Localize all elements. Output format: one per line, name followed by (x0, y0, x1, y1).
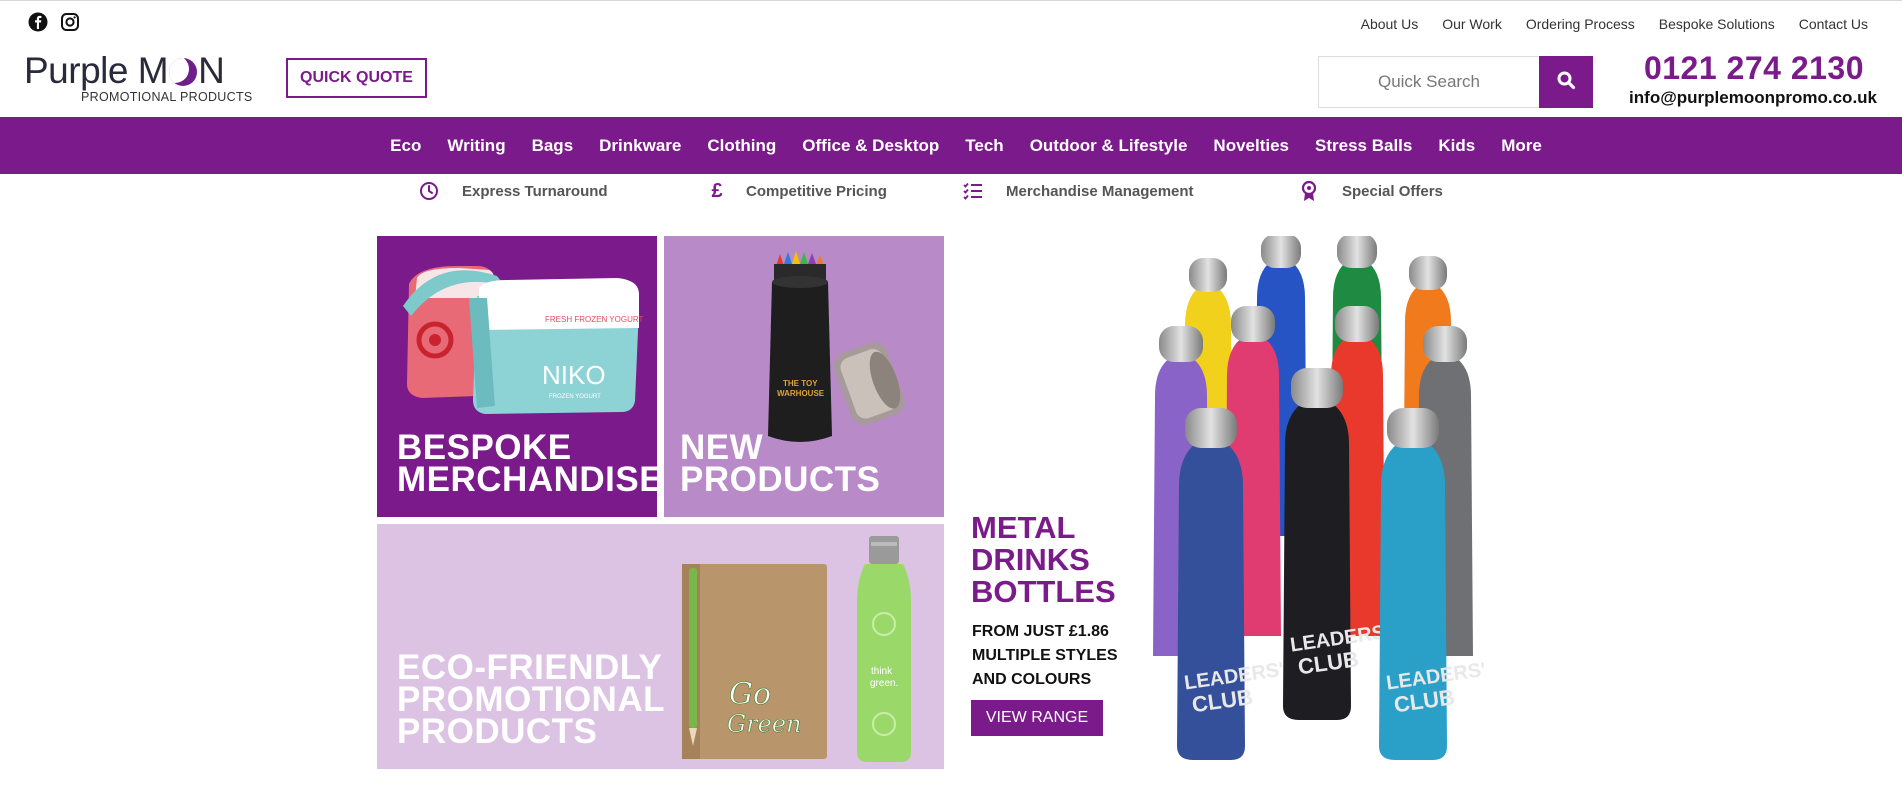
logo-word-2: N (198, 50, 225, 91)
top-border (0, 0, 1902, 4)
svg-text:Go: Go (729, 677, 771, 712)
feature-title[interactable]: METAL DRINKS BOTTLES (971, 512, 1116, 608)
usp-label: Express Turnaround (462, 182, 608, 200)
facebook-icon[interactable] (28, 12, 48, 32)
top-link-ordering-process[interactable]: Ordering Process (1526, 16, 1635, 32)
svg-text:Green: Green (727, 710, 802, 738)
top-links: About Us Our Work Ordering Process Bespo… (1361, 16, 1868, 32)
svg-text:WARHOUSE: WARHOUSE (777, 389, 825, 398)
checklist-icon (962, 180, 984, 202)
feature-title-line: METAL (971, 510, 1076, 545)
search-button[interactable] (1539, 56, 1593, 108)
social-links (28, 12, 80, 32)
nav-item-drinkware[interactable]: Drinkware (599, 136, 681, 156)
feature-title-line: BOTTLES (971, 574, 1116, 609)
quick-quote-button[interactable]: QUICK QUOTE (286, 58, 427, 98)
top-link-contact-us[interactable]: Contact Us (1799, 16, 1868, 32)
logo-wordmark: Purple M N (24, 52, 249, 89)
nav-item-writing[interactable]: Writing (447, 136, 505, 156)
usp-label: Competitive Pricing (746, 182, 887, 200)
usp-label: Merchandise Management (1006, 182, 1194, 200)
feature-subtitle: FROM JUST £1.86 MULTIPLE STYLES AND COLO… (972, 620, 1117, 692)
svg-text:THE TOY: THE TOY (783, 379, 818, 388)
nav-item-eco[interactable]: Eco (390, 136, 421, 156)
nav-item-office-desktop[interactable]: Office & Desktop (802, 136, 939, 156)
top-link-bespoke-solutions[interactable]: Bespoke Solutions (1659, 16, 1775, 32)
top-link-our-work[interactable]: Our Work (1442, 16, 1502, 32)
nav-item-clothing[interactable]: Clothing (707, 136, 776, 156)
nav-item-novelties[interactable]: Novelties (1213, 136, 1289, 156)
metal-bottles-image[interactable]: LEADERS' CLUB LEADERS' CLUB LEADERS' CLU… (1135, 234, 1525, 776)
bespoke-merchandise-tile[interactable]: FRESH FROZEN YOGURT NIKO FROZEN YOGURT B… (377, 236, 657, 517)
search-input[interactable]: Quick Search (1318, 56, 1539, 108)
feature-title-line: DRINKS (971, 542, 1090, 577)
feature-detail: AND COLOURS (972, 671, 1092, 688)
phone-number[interactable]: 0121 274 2130 (1644, 50, 1864, 87)
pound-icon: £ (711, 179, 723, 202)
main-nav: Eco Writing Bags Drinkware Clothing Offi… (0, 117, 1902, 174)
view-range-button[interactable]: VIEW RANGE (971, 700, 1103, 736)
new-products-tile[interactable]: THE TOY WARHOUSE NEW PRODUCTS (664, 236, 944, 517)
search-form: Quick Search (1318, 56, 1593, 108)
nav-item-outdoor-lifestyle[interactable]: Outdoor & Lifestyle (1030, 136, 1188, 156)
logo-word-1: Purple M (24, 50, 169, 91)
search-icon (1556, 70, 1576, 95)
tile-title-line: PRODUCTS (680, 460, 881, 499)
clock-icon (418, 180, 440, 202)
svg-text:FROZEN YOGURT: FROZEN YOGURT (549, 394, 601, 400)
usp-special-offers: Special Offers (1298, 180, 1443, 202)
nav-item-kids[interactable]: Kids (1438, 136, 1475, 156)
usp-label: Special Offers (1342, 182, 1443, 200)
nav-item-bags[interactable]: Bags (532, 136, 574, 156)
usp-express-turnaround: Express Turnaround (418, 180, 608, 202)
nav-item-tech[interactable]: Tech (965, 136, 1003, 156)
award-icon (1298, 180, 1320, 202)
svg-text:think: think (871, 666, 893, 677)
instagram-icon[interactable] (60, 12, 80, 32)
tile-title-line: PRODUCTS (397, 712, 598, 751)
email-address[interactable]: info@purplemoonpromo.co.uk (1629, 88, 1877, 108)
feature-detail: MULTIPLE STYLES (972, 647, 1118, 664)
site-logo[interactable]: Purple M N PROMOTIONAL PRODUCTS (24, 52, 252, 104)
nav-item-stress-balls[interactable]: Stress Balls (1315, 136, 1412, 156)
svg-text:NIKO: NIKO (542, 360, 606, 390)
nav-item-more[interactable]: More (1501, 136, 1542, 156)
tile-title-line: MERCHANDISE (397, 460, 657, 499)
usp-merchandise-management: Merchandise Management (962, 180, 1194, 202)
svg-text:FRESH FROZEN YOGURT: FRESH FROZEN YOGURT (545, 315, 643, 324)
top-link-about-us[interactable]: About Us (1361, 16, 1419, 32)
usp-competitive-pricing: £ Competitive Pricing (706, 179, 887, 202)
logo-tagline: PROMOTIONAL PRODUCTS (81, 90, 253, 104)
svg-text:green.: green. (870, 678, 898, 689)
eco-friendly-tile[interactable]: Go Green think green. ECO-FRIENDLY PROMO… (377, 524, 944, 769)
moon-icon (169, 58, 198, 86)
feature-price: FROM JUST £1.86 (972, 623, 1109, 640)
